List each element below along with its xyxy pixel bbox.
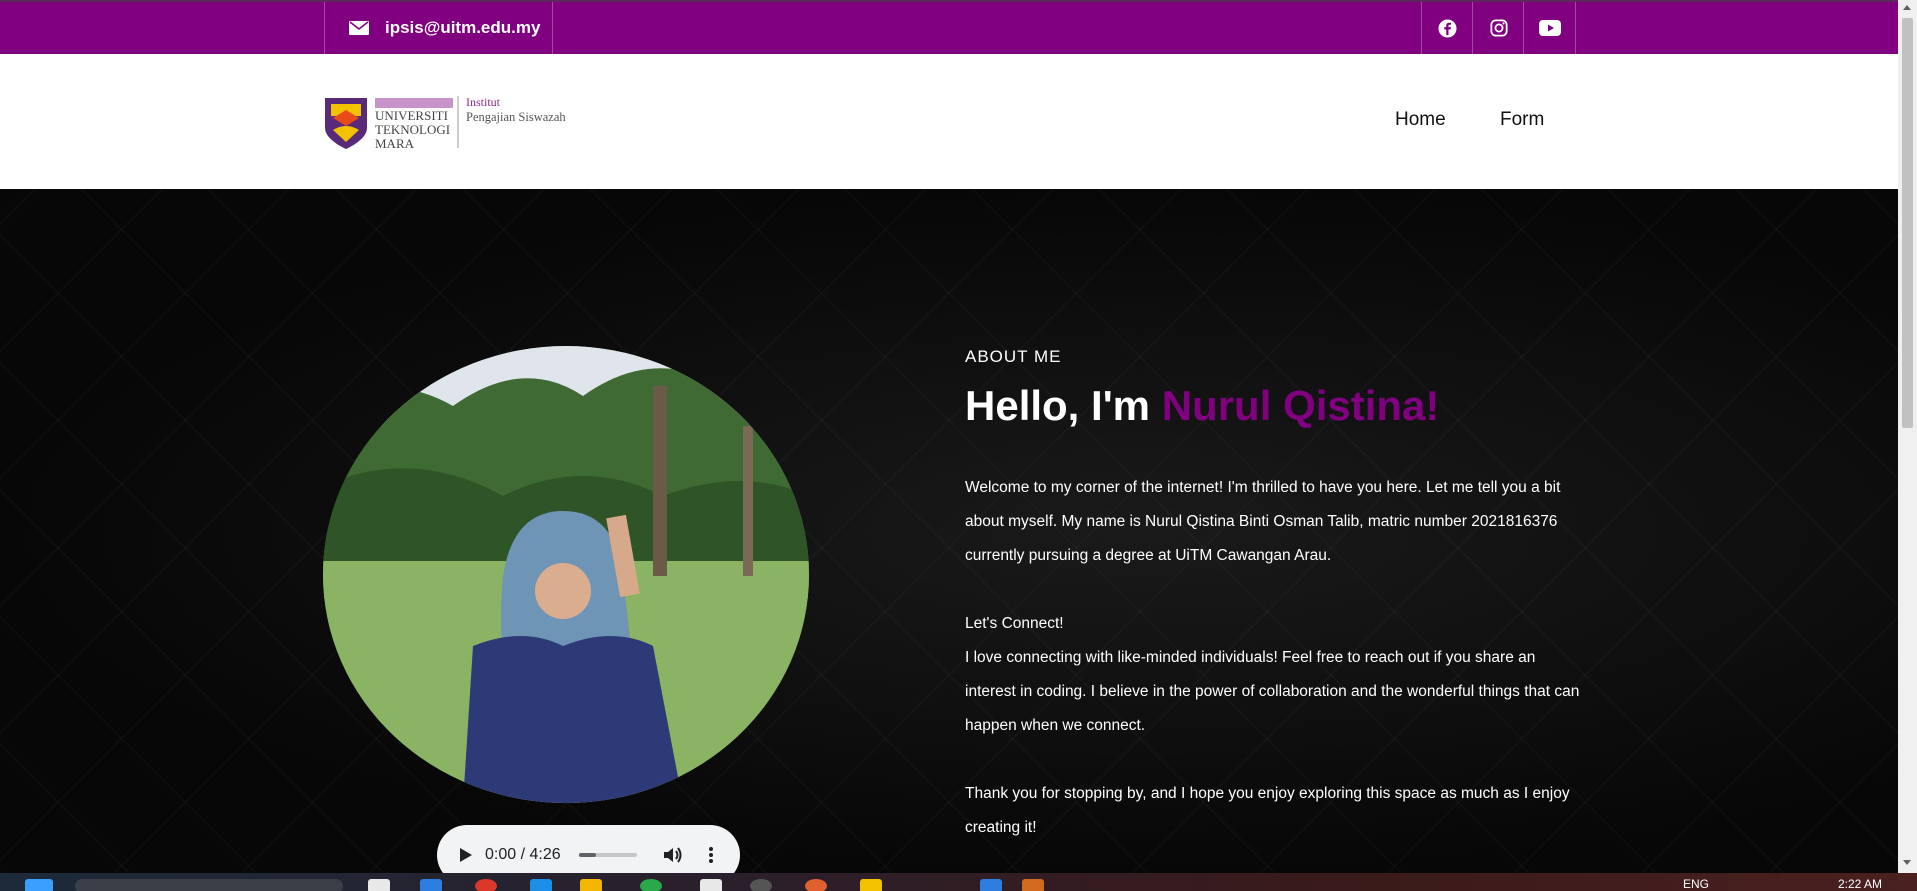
youtube-icon [1538,20,1561,36]
connect-paragraph: I love connecting with like-minded indiv… [965,649,1580,734]
taskbar-app-icon[interactable] [368,879,390,891]
volume-icon[interactable] [663,846,683,864]
nav-form[interactable]: Form [1500,109,1544,131]
top-contact-bar: ipsis@uitm.edu.my [0,0,1898,54]
logo-line2: TEKNOLOGI [375,122,450,137]
taskbar-app-icon[interactable] [700,879,722,891]
logo-inst2: Pengajian Siswazah [466,110,566,124]
uitm-ips-logo[interactable]: UNIVERSITI TEKNOLOGI MARA Institut Penga… [323,94,583,150]
taskbar-app-icon[interactable] [475,879,497,891]
instagram-link[interactable] [1472,2,1524,54]
scrollbar-thumb[interactable] [1902,18,1913,428]
hero-name: Nurul Qistina! [1161,382,1440,429]
facebook-link[interactable] [1421,2,1473,54]
windows-start-icon[interactable] [25,879,53,891]
envelope-icon [349,21,369,35]
nav-home[interactable]: Home [1395,109,1446,131]
logo-line1: UNIVERSITI [375,108,448,123]
facebook-icon [1438,18,1457,38]
audio-player[interactable]: 0:00 / 4:26 [437,825,740,873]
taskbar-app-icon[interactable] [805,879,827,891]
scroll-down-arrow-icon[interactable] [1903,860,1911,865]
audio-progress-fill [578,853,597,857]
email-contact[interactable]: ipsis@uitm.edu.my [324,2,553,54]
logo-line3: MARA [375,136,415,150]
taskbar-search-box[interactable] [75,879,343,891]
more-options-icon[interactable] [708,847,713,863]
audio-progress-track[interactable] [578,853,637,857]
taskbar-app-icon[interactable] [580,879,602,891]
hero-heading: Hello, I'm Nurul Qistina! [965,382,1439,430]
scroll-up-arrow-icon[interactable] [1903,5,1911,10]
email-text[interactable]: ipsis@uitm.edu.my [385,18,540,38]
taskbar-language[interactable]: ENG [1683,877,1709,891]
taskbar-app-icon[interactable] [860,879,882,891]
taskbar-app-icon[interactable] [1022,879,1044,891]
page-scrollbar[interactable] [1898,0,1917,873]
youtube-link[interactable] [1523,2,1576,54]
taskbar-app-icon[interactable] [750,879,772,891]
taskbar-app-icon[interactable] [980,879,1002,891]
profile-photo [323,346,809,803]
logo-inst1: Institut [466,95,501,109]
audio-time: 0:00 / 4:26 [485,846,561,863]
instagram-icon [1489,19,1508,37]
os-taskbar: ENG 2:22 AM [0,873,1917,891]
taskbar-app-icon[interactable] [640,879,662,891]
play-icon[interactable] [459,847,473,863]
taskbar-app-icon[interactable] [420,879,442,891]
about-hero-section: 0:00 / 4:26 ABOUT ME Hello, I'm Nurul Qi… [0,189,1898,873]
intro-paragraph: Welcome to my corner of the internet! I'… [965,479,1561,564]
taskbar-clock[interactable]: 2:22 AM [1838,877,1882,891]
thanks-paragraph: Thank you for stopping by, and I hope yo… [965,785,1570,836]
site-header: UNIVERSITI TEKNOLOGI MARA Institut Penga… [0,54,1898,189]
hero-greeting: Hello, I'm [965,382,1162,429]
connect-heading: Let's Connect! [965,615,1064,632]
profile-photo-image [323,346,809,803]
about-me-label: ABOUT ME [965,347,1062,366]
taskbar-app-icon[interactable] [530,879,552,891]
